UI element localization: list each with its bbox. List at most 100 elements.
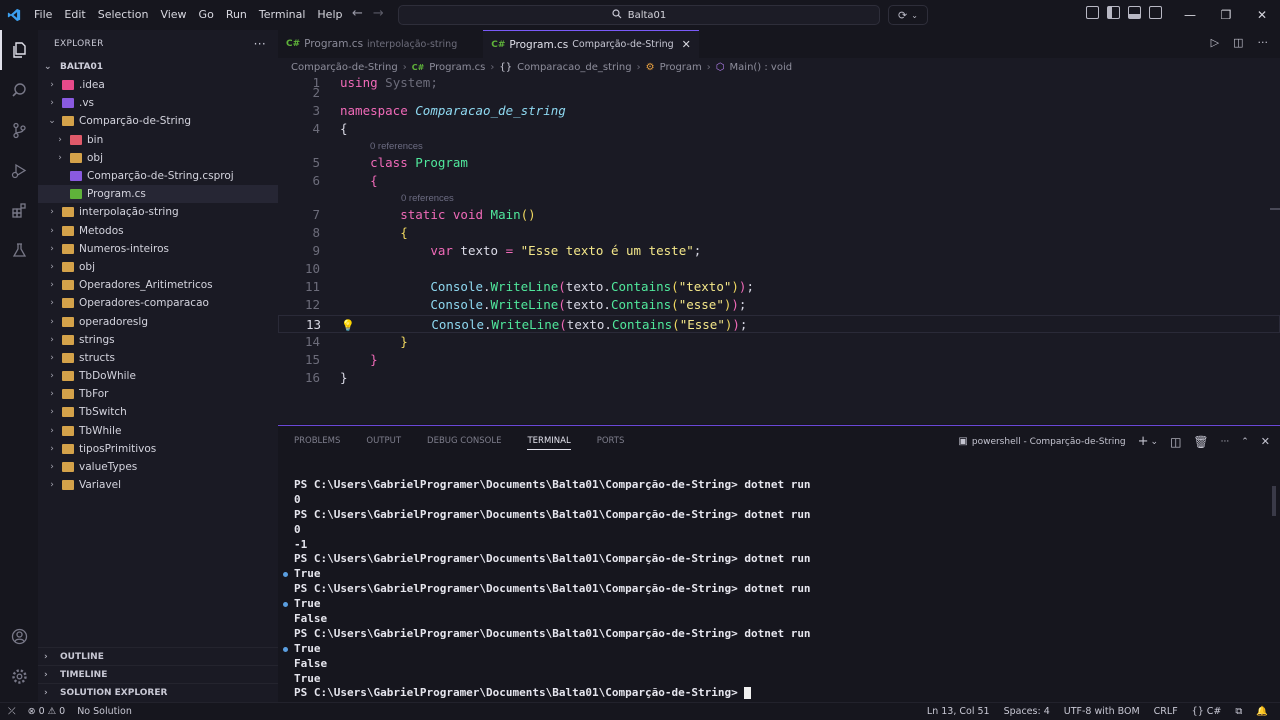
more-actions-icon[interactable]: ··· — [1221, 437, 1230, 447]
tree-item[interactable]: › Operadores_Aritimetricos — [38, 276, 278, 294]
tab-program-cs-comparacao[interactable]: C# Program.cs Comparção-de-String ✕ — [483, 30, 699, 58]
line-endings[interactable]: CRLF — [1154, 706, 1178, 717]
outline-section[interactable]: › OUTLINE — [38, 647, 278, 665]
tree-item[interactable]: › Metodos — [38, 222, 278, 240]
menu-run[interactable]: Run — [220, 0, 253, 30]
toggle-panel-icon[interactable] — [1128, 6, 1141, 19]
breadcrumb-method[interactable]: Main() : void — [730, 62, 793, 73]
tree-item[interactable]: › Operadores-comparacao — [38, 294, 278, 312]
testing-flask-icon[interactable] — [0, 230, 38, 270]
tree-item[interactable]: › tiposPrimitivos — [38, 440, 278, 458]
back-arrow-icon[interactable]: ← — [352, 6, 363, 21]
menu-view[interactable]: View — [154, 0, 192, 30]
tree-item[interactable]: › .idea — [38, 76, 278, 94]
tree-item[interactable]: › obj — [38, 149, 278, 167]
tab-problems[interactable]: PROBLEMS — [294, 436, 340, 446]
copilot-status-icon[interactable]: ⧉ — [1235, 706, 1242, 717]
split-editor-icon[interactable]: ◫ — [1233, 36, 1243, 49]
chevron-right-icon: › — [490, 61, 495, 73]
tree-item[interactable]: › obj — [38, 258, 278, 276]
settings-gear-icon[interactable] — [0, 656, 38, 696]
close-tab-icon[interactable]: ✕ — [682, 38, 691, 51]
minimize-icon[interactable]: — — [1172, 0, 1208, 30]
workspace-root[interactable]: ⌄ BALTA01 — [38, 58, 278, 76]
menu-edit[interactable]: Edit — [58, 0, 91, 30]
command-decoration-icon[interactable] — [283, 646, 288, 652]
tab-terminal[interactable]: TERMINAL — [527, 432, 571, 450]
close-window-icon[interactable]: ✕ — [1244, 0, 1280, 30]
terminal-scrollbar[interactable] — [1272, 486, 1276, 516]
tree-item[interactable]: › valueTypes — [38, 458, 278, 476]
tree-item[interactable]: › Variavel — [38, 476, 278, 494]
toggle-secondary-sidebar-icon[interactable] — [1149, 6, 1162, 19]
breadcrumb-file[interactable]: Program.cs — [429, 62, 485, 73]
remote-icon[interactable]: ⤫ — [8, 706, 16, 717]
tree-item[interactable]: › TbWhile — [38, 422, 278, 440]
breadcrumb-namespace[interactable]: Comparacao_de_string — [517, 62, 632, 73]
tree-item[interactable]: › .vs — [38, 94, 278, 112]
tree-item[interactable]: › interpolação-string — [38, 203, 278, 221]
solution-explorer-section[interactable]: › SOLUTION EXPLORER — [38, 683, 278, 701]
maximize-icon[interactable]: ❐ — [1208, 0, 1244, 30]
tree-item[interactable]: › TbDoWhile — [38, 367, 278, 385]
search-icon[interactable] — [0, 70, 38, 110]
tab-output[interactable]: OUTPUT — [366, 436, 401, 446]
menu-selection[interactable]: Selection — [92, 0, 155, 30]
command-center-search[interactable]: Balta01 — [398, 5, 880, 25]
split-terminal-icon[interactable]: ◫ — [1170, 435, 1181, 449]
tab-program-cs-interpolacao[interactable]: C# Program.cs interpolação-string — [278, 30, 465, 58]
new-terminal-icon[interactable]: + — [1138, 434, 1149, 449]
tab-debug-console[interactable]: DEBUG CONSOLE — [427, 436, 501, 446]
more-actions-icon[interactable]: ··· — [1258, 36, 1269, 49]
layout-customize-icon[interactable] — [1086, 6, 1099, 19]
chevron-right-icon: › — [50, 80, 54, 91]
tree-item[interactable]: Program.cs — [38, 185, 278, 204]
toggle-primary-sidebar-icon[interactable] — [1107, 6, 1120, 19]
copilot-button[interactable]: ⟳ ⌄ — [888, 5, 928, 25]
notifications-bell-icon[interactable]: 🔔 — [1256, 706, 1268, 717]
codelens-references[interactable]: 0 references — [370, 141, 423, 152]
terminal-output[interactable]: PS C:\Users\GabrielProgramer\Documents\B… — [278, 478, 1268, 701]
solution-status[interactable]: No Solution — [77, 706, 132, 717]
language-mode[interactable]: {} C# — [1192, 706, 1222, 717]
account-icon[interactable] — [0, 616, 38, 656]
more-actions-icon[interactable]: ··· — [254, 37, 266, 51]
source-control-icon[interactable] — [0, 110, 38, 150]
indentation[interactable]: Spaces: 4 — [1004, 706, 1050, 717]
tab-ports[interactable]: PORTS — [597, 436, 625, 446]
menu-go[interactable]: Go — [193, 0, 220, 30]
chevron-up-icon[interactable]: ⌃ — [1241, 437, 1249, 447]
tree-item[interactable]: › Numeros-inteiros — [38, 240, 278, 258]
breadcrumb-class[interactable]: Program — [660, 62, 702, 73]
problems-status[interactable]: ⊗ 0 ⚠ 0 — [28, 706, 66, 717]
menu-help[interactable]: Help — [311, 0, 348, 30]
menu-file[interactable]: File — [28, 0, 58, 30]
forward-arrow-icon[interactable]: → — [373, 6, 384, 21]
chevron-down-icon[interactable]: ⌄ — [1151, 437, 1159, 447]
command-decoration-icon[interactable] — [283, 602, 288, 608]
menu-terminal[interactable]: Terminal — [253, 0, 312, 30]
close-panel-icon[interactable]: ✕ — [1261, 435, 1270, 448]
extensions-icon[interactable] — [0, 190, 38, 230]
encoding[interactable]: UTF-8 with BOM — [1064, 706, 1140, 717]
timeline-section[interactable]: › TIMELINE — [38, 665, 278, 683]
tree-item[interactable]: › TbSwitch — [38, 403, 278, 421]
tree-item[interactable]: › operadoreslg — [38, 312, 278, 330]
chevron-right-icon: › — [50, 225, 54, 236]
tree-item[interactable]: › TbFor — [38, 385, 278, 403]
run-icon[interactable]: ▷ — [1211, 36, 1219, 49]
cursor-position[interactable]: Ln 13, Col 51 — [927, 706, 990, 717]
tree-item[interactable]: › structs — [38, 349, 278, 367]
tree-item[interactable]: ⌄ Comparção-de-String — [38, 112, 278, 130]
terminal-selector[interactable]: ▣ powershell - Comparção-de-String — [958, 436, 1125, 447]
command-decoration-icon[interactable] — [283, 572, 288, 578]
trash-icon[interactable]: 🗑 — [1193, 435, 1208, 449]
tree-item[interactable]: › bin — [38, 131, 278, 149]
tree-item[interactable]: Comparção-de-String.csproj — [38, 167, 278, 185]
codelens-references[interactable]: 0 references — [401, 193, 454, 204]
breadcrumb-folder[interactable]: Comparção-de-String — [291, 62, 398, 73]
tree-item[interactable]: › strings — [38, 331, 278, 349]
run-debug-icon[interactable] — [0, 150, 38, 190]
explorer-icon[interactable] — [0, 30, 38, 70]
code-editor[interactable]: 1 using System; 2 3 namespace Comparacao_d… — [278, 76, 1280, 424]
